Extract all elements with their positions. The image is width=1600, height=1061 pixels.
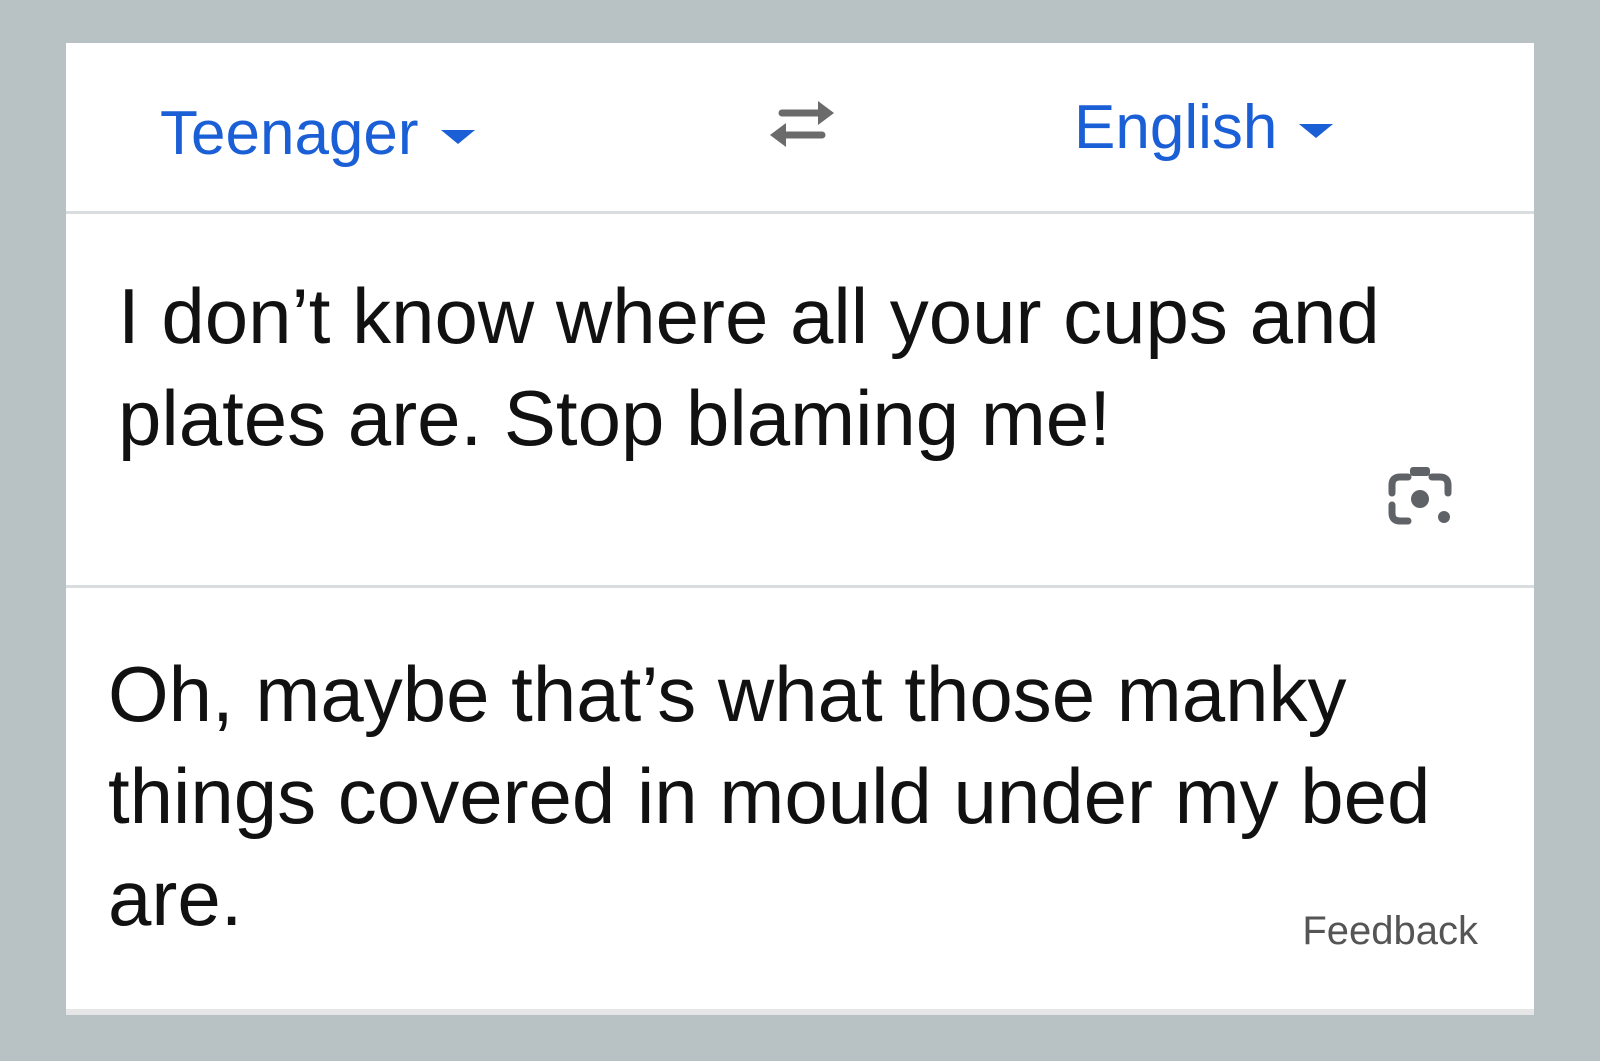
feedback-link[interactable]: Feedback bbox=[1302, 909, 1478, 954]
language-bar: Teenager English bbox=[66, 43, 1534, 211]
lens-camera-icon bbox=[1388, 467, 1452, 525]
translation-result-text: Oh, maybe that’s what those manky things… bbox=[108, 650, 1431, 942]
source-language-select[interactable]: Teenager bbox=[160, 103, 475, 165]
card-bottom-edge bbox=[66, 1009, 1534, 1015]
translate-card: Teenager English I don’t know where all … bbox=[66, 43, 1534, 1015]
source-language-label: Teenager bbox=[160, 99, 419, 168]
divider bbox=[66, 585, 1534, 588]
divider bbox=[66, 211, 1534, 214]
camera-button[interactable] bbox=[1382, 459, 1458, 535]
source-text[interactable]: I don’t know where all your cups and pla… bbox=[118, 265, 1448, 469]
target-caret-down-icon bbox=[1299, 124, 1334, 138]
swap-arrows-icon bbox=[770, 101, 834, 147]
swap-languages-button[interactable] bbox=[762, 93, 842, 157]
target-language-label: English bbox=[1074, 93, 1278, 162]
source-caret-down-icon bbox=[440, 130, 475, 144]
target-language-select[interactable]: English bbox=[1074, 93, 1334, 162]
